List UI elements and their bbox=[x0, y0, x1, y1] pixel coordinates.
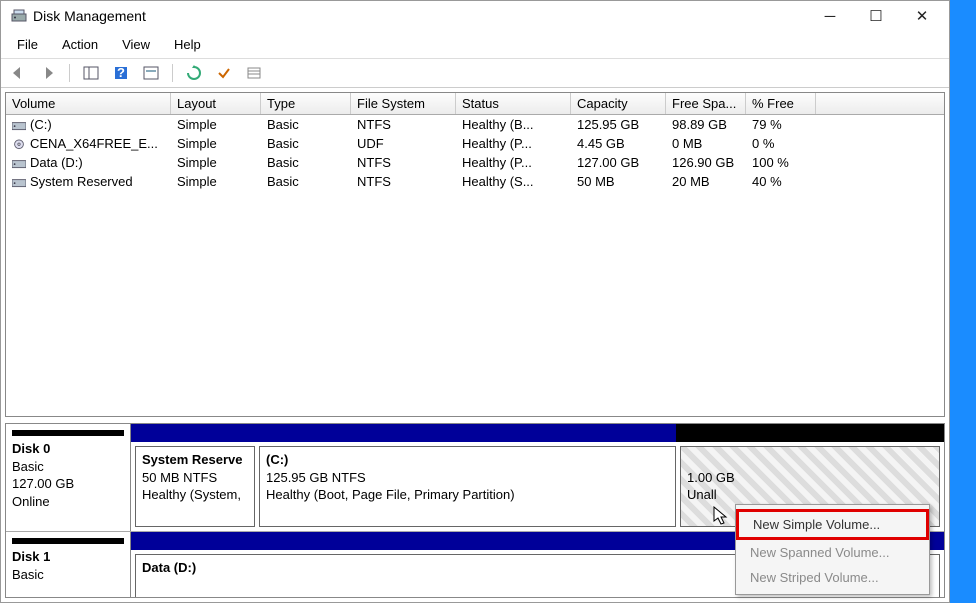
back-button[interactable] bbox=[7, 63, 29, 83]
drive-icon bbox=[12, 119, 26, 131]
toolbar: ? bbox=[1, 59, 949, 88]
disk-1-name: Disk 1 bbox=[12, 548, 124, 566]
show-hide-tree-button[interactable] bbox=[80, 63, 102, 83]
close-button[interactable]: ✕ bbox=[899, 1, 945, 31]
cursor-icon bbox=[713, 506, 729, 526]
menu-view[interactable]: View bbox=[112, 33, 160, 56]
disk-0-info: Disk 0 Basic 127.00 GB Online bbox=[6, 424, 131, 531]
help-button[interactable]: ? bbox=[110, 63, 132, 83]
volume-name: Data (D:) bbox=[30, 155, 83, 170]
disk-0-size: 127.00 GB bbox=[12, 475, 124, 493]
menu-action[interactable]: Action bbox=[52, 33, 108, 56]
drive-icon bbox=[12, 157, 26, 169]
disc-icon bbox=[12, 138, 26, 150]
disk-0-type: Basic bbox=[12, 458, 124, 476]
menu-file[interactable]: File bbox=[7, 33, 48, 56]
svg-text:?: ? bbox=[117, 65, 125, 80]
drive-icon bbox=[12, 176, 26, 188]
volume-row[interactable]: (C:)SimpleBasicNTFSHealthy (B...125.95 G… bbox=[6, 115, 944, 134]
app-icon bbox=[11, 8, 27, 24]
volume-row[interactable]: CENA_X64FREE_E...SimpleBasicUDFHealthy (… bbox=[6, 134, 944, 153]
menubar: File Action View Help bbox=[1, 31, 949, 59]
partition-system-reserved[interactable]: System Reserve 50 MB NTFS Healthy (Syste… bbox=[135, 446, 255, 527]
col-free[interactable]: Free Spa... bbox=[666, 93, 746, 114]
refresh-button[interactable] bbox=[183, 63, 205, 83]
menu-new-simple-volume[interactable]: New Simple Volume... bbox=[736, 509, 929, 540]
disk-0-color-bar bbox=[131, 424, 944, 442]
titlebar[interactable]: Disk Management ─ ☐ ✕ bbox=[1, 1, 949, 31]
volume-name: System Reserved bbox=[30, 174, 133, 189]
list-button[interactable] bbox=[243, 63, 265, 83]
partition-c[interactable]: (C:) 125.95 GB NTFS Healthy (Boot, Page … bbox=[259, 446, 676, 527]
col-type[interactable]: Type bbox=[261, 93, 351, 114]
disk-1-info: Disk 1 Basic bbox=[6, 532, 131, 598]
col-layout[interactable]: Layout bbox=[171, 93, 261, 114]
menu-help[interactable]: Help bbox=[164, 33, 211, 56]
volume-row[interactable]: Data (D:)SimpleBasicNTFSHealthy (P...127… bbox=[6, 153, 944, 172]
minimize-button[interactable]: ─ bbox=[807, 1, 853, 31]
maximize-button[interactable]: ☐ bbox=[853, 1, 899, 31]
volume-list-body[interactable]: (C:)SimpleBasicNTFSHealthy (B...125.95 G… bbox=[6, 115, 944, 416]
action-checkmark-button[interactable] bbox=[213, 63, 235, 83]
volume-list[interactable]: Volume Layout Type File System Status Ca… bbox=[5, 92, 945, 417]
volume-name: CENA_X64FREE_E... bbox=[30, 136, 158, 151]
col-pct[interactable]: % Free bbox=[746, 93, 816, 114]
disk-1-type: Basic bbox=[12, 566, 124, 584]
menu-new-spanned-volume: New Spanned Volume... bbox=[736, 540, 929, 565]
context-menu: New Simple Volume... New Spanned Volume.… bbox=[735, 504, 930, 595]
volume-name: (C:) bbox=[30, 117, 52, 132]
col-volume[interactable]: Volume bbox=[6, 93, 171, 114]
toolbar-separator bbox=[172, 64, 173, 82]
toolbar-separator bbox=[69, 64, 70, 82]
col-filesystem[interactable]: File System bbox=[351, 93, 456, 114]
forward-button[interactable] bbox=[37, 63, 59, 83]
col-status[interactable]: Status bbox=[456, 93, 571, 114]
col-capacity[interactable]: Capacity bbox=[571, 93, 666, 114]
settings-button[interactable] bbox=[140, 63, 162, 83]
volume-row[interactable]: System ReservedSimpleBasicNTFSHealthy (S… bbox=[6, 172, 944, 191]
column-headers[interactable]: Volume Layout Type File System Status Ca… bbox=[6, 93, 944, 115]
disk-0-name: Disk 0 bbox=[12, 440, 124, 458]
window-title: Disk Management bbox=[33, 8, 807, 24]
disk-0-state: Online bbox=[12, 493, 124, 511]
menu-new-striped-volume: New Striped Volume... bbox=[736, 565, 929, 590]
